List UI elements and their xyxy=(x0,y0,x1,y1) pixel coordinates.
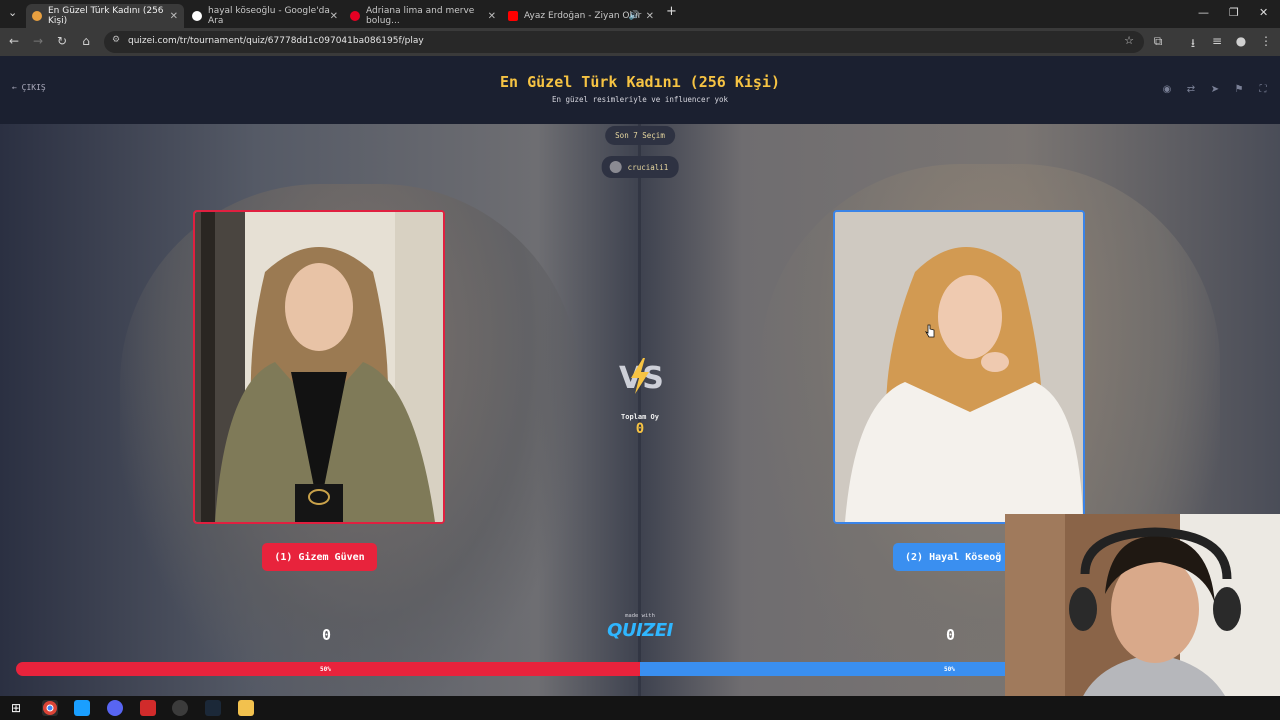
close-icon[interactable]: ✕ xyxy=(170,11,178,22)
restore-button[interactable]: ❐ xyxy=(1229,6,1239,19)
total-votes-label: Toplam Oy xyxy=(621,413,659,421)
site-info-icon[interactable]: ⚙ xyxy=(112,35,120,45)
vs-lightning-icon: VS xyxy=(619,358,663,396)
bookmark-star-icon[interactable]: ☆ xyxy=(1124,34,1134,47)
page-title: En Güzel Türk Kadını (256 Kişi) xyxy=(500,73,780,91)
quizei-favicon-icon xyxy=(32,11,42,21)
tab-youtube[interactable]: Ayaz Erdoğan - Ziyan Olur 🔊 ✕ xyxy=(502,4,660,28)
streamer-video xyxy=(1005,514,1280,720)
share-icon[interactable]: ⇄ xyxy=(1184,84,1198,98)
tab-search-icon[interactable]: ⌄ xyxy=(8,6,17,19)
quiz-header: ← ÇIKIŞ En Güzel Türk Kadını (256 Kişi) … xyxy=(0,56,1280,124)
chrome-taskbar-icon[interactable] xyxy=(42,700,58,716)
quizei-logo[interactable]: QUIZEI xyxy=(600,620,680,641)
audio-icon[interactable]: 🔊 xyxy=(629,11,640,21)
percent-left: 50% xyxy=(320,666,331,673)
extensions-icon[interactable]: ⧉ xyxy=(1150,34,1166,49)
pinterest-favicon-icon xyxy=(350,11,360,21)
youtube-favicon-icon xyxy=(508,11,518,21)
tab-google[interactable]: hayal köseoğlu - Google'da Ara ✕ xyxy=(186,4,344,28)
download-icon[interactable]: ⭳ xyxy=(1185,34,1201,55)
contestant-name-left: (1) Gizem Güven xyxy=(274,551,365,563)
profile-avatar[interactable]: ● xyxy=(1233,34,1249,48)
address-bar[interactable]: ⚙ quizei.com/tr/tournament/quiz/67778dd1… xyxy=(104,31,1144,53)
vote-button-left[interactable]: (1) Gizem Güven xyxy=(262,543,377,571)
hand-cursor-icon xyxy=(925,324,935,338)
stage-label: Son 7 Seçim xyxy=(615,131,665,140)
windows-start-icon[interactable]: ⊞ xyxy=(8,700,24,716)
flag-icon[interactable]: ⚑ xyxy=(1232,84,1246,98)
window-close-button[interactable]: ✕ xyxy=(1259,6,1268,19)
telegram-taskbar-icon[interactable] xyxy=(74,700,90,716)
browser-toolbar: ← → ↻ ⌂ ⚙ quizei.com/tr/tournament/quiz/… xyxy=(0,28,1280,56)
vote-button-right[interactable]: (2) Hayal Köseoğ xyxy=(893,543,1018,571)
percent-right: 50% xyxy=(944,666,955,673)
new-tab-button[interactable]: + xyxy=(666,4,677,19)
stage-badge: Son 7 Seçim xyxy=(605,126,675,145)
windows-taskbar: ⊞ xyxy=(0,696,1280,720)
send-icon[interactable]: ➤ xyxy=(1208,84,1222,98)
page-subtitle: En güzel resimleriyle ve influencer yok xyxy=(551,95,729,104)
tab-label: Adriana lima and merve bolug... xyxy=(366,6,475,26)
made-with-label: made with xyxy=(625,613,655,619)
obs-taskbar-icon[interactable] xyxy=(172,700,188,716)
media-icon[interactable]: ≡ xyxy=(1209,34,1225,48)
google-favicon-icon xyxy=(192,11,202,21)
user-avatar xyxy=(609,161,622,173)
minimize-button[interactable]: — xyxy=(1198,6,1209,19)
contestant-photo-right xyxy=(835,212,1083,522)
tab-label: hayal köseoğlu - Google'da Ara xyxy=(208,6,330,26)
score-right: 0 xyxy=(946,626,956,644)
contestant-name-right: (2) Hayal Köseoğ xyxy=(905,551,1002,563)
browser-tab-strip: ⌄ En Güzel Türk Kadını (256 Kişi) ✕ haya… xyxy=(0,0,1280,28)
back-icon[interactable]: ← xyxy=(6,34,22,48)
webcam-overlay xyxy=(1005,514,1280,720)
menu-icon[interactable]: ⋮ xyxy=(1258,34,1274,48)
forward-icon[interactable]: → xyxy=(30,34,46,48)
contestant-card-left[interactable] xyxy=(193,210,445,524)
center-divider xyxy=(638,124,641,696)
tab-label: Ayaz Erdoğan - Ziyan Olur xyxy=(524,11,642,21)
contestant-photo-left xyxy=(195,212,443,522)
fullscreen-icon[interactable]: ⛶ xyxy=(1256,84,1270,98)
user-name: cruciali1 xyxy=(627,162,669,172)
user-badge[interactable]: cruciali1 xyxy=(601,156,679,178)
close-icon[interactable]: ✕ xyxy=(646,11,654,22)
url-text[interactable]: quizei.com/tr/tournament/quiz/67778dd1c0… xyxy=(128,36,424,46)
steam-taskbar-icon[interactable] xyxy=(205,700,221,716)
discord-taskbar-icon[interactable] xyxy=(107,700,123,716)
reload-icon[interactable]: ↻ xyxy=(54,34,70,48)
close-icon[interactable]: ✕ xyxy=(488,11,496,22)
header-actions: ◉ ⇄ ➤ ⚑ ⛶ xyxy=(1160,84,1270,98)
total-votes-value: 0 xyxy=(635,421,645,437)
tab-quiz[interactable]: En Güzel Türk Kadını (256 Kişi) ✕ xyxy=(26,4,184,28)
close-icon[interactable]: ✕ xyxy=(330,11,338,22)
app-taskbar-icon[interactable] xyxy=(140,700,156,716)
home-icon[interactable]: ⌂ xyxy=(78,34,94,48)
score-left: 0 xyxy=(322,626,332,644)
tab-pinterest[interactable]: Adriana lima and merve bolug... ✕ xyxy=(344,4,502,28)
contestant-card-right[interactable] xyxy=(833,210,1085,524)
tab-label: En Güzel Türk Kadını (256 Kişi) xyxy=(48,6,164,26)
file-explorer-taskbar-icon[interactable] xyxy=(238,700,254,716)
eye-icon[interactable]: ◉ xyxy=(1160,84,1174,98)
